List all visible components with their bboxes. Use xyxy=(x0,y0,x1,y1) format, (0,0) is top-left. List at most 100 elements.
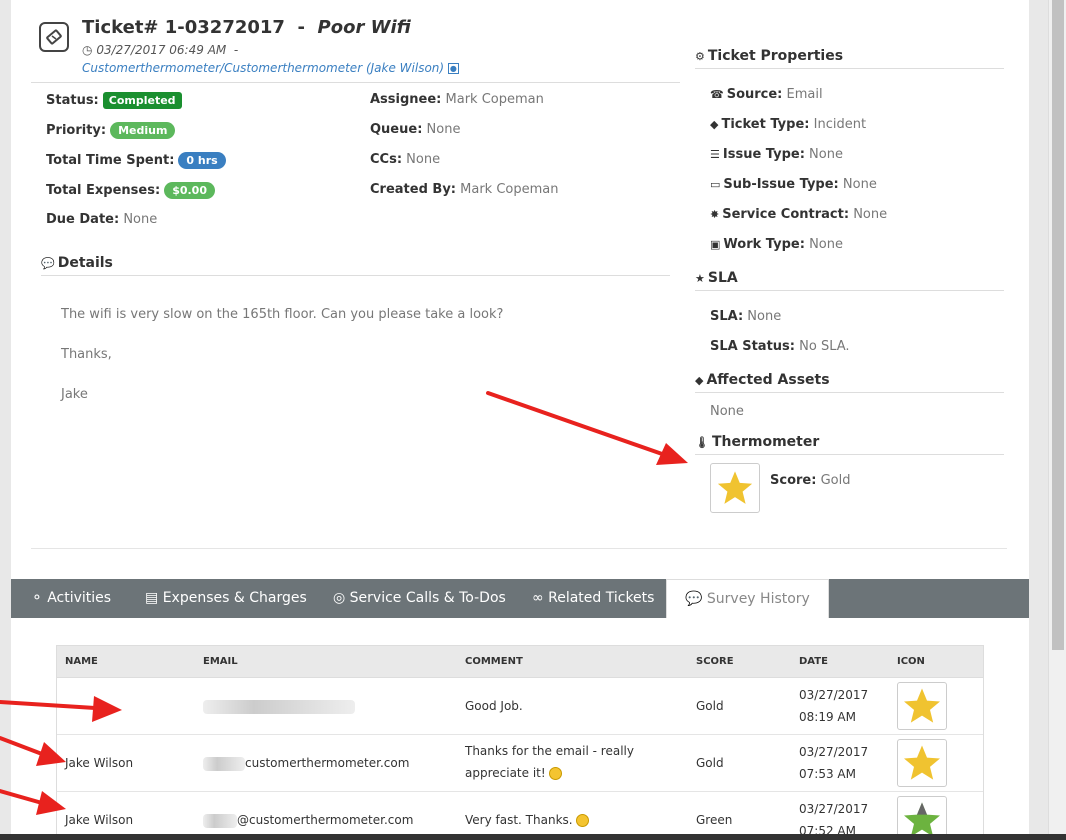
row-email: customerthermometer.com xyxy=(203,752,409,774)
score-field: Score: Gold xyxy=(770,473,851,488)
smiley-icon xyxy=(575,814,589,827)
table-row: Jake Wilson @customerthermometer.com Ver… xyxy=(57,792,983,840)
column-date: DATE xyxy=(799,656,828,667)
smiley-icon xyxy=(548,767,562,780)
sla-field: SLA: None xyxy=(710,309,782,324)
star-icon: ★ xyxy=(695,272,705,285)
row-date: 03/27/2017 xyxy=(799,688,869,702)
tab-related-tickets[interactable]: ∞ Related Tickets xyxy=(532,579,654,618)
ticket-title: Ticket# 1-03272017 - Poor Wifi xyxy=(82,17,411,38)
sla-status-field: SLA Status: No SLA. xyxy=(710,339,850,354)
column-name: NAME xyxy=(65,656,98,667)
affected-assets-value: None xyxy=(710,404,744,419)
time-spent-badge: 0 hrs xyxy=(178,152,226,169)
comment-icon: 💬 xyxy=(685,591,703,607)
row-comment: Good Job. xyxy=(465,699,523,713)
table-row: Jake Wilson customerthermometer.com Than… xyxy=(57,735,983,792)
ticket-type-field: ◆ Ticket Type: Incident xyxy=(710,117,867,132)
annotation-arrow xyxy=(0,789,66,815)
gold-star-icon xyxy=(710,463,760,513)
ticket-subject: Poor Wifi xyxy=(317,17,411,38)
details-line-3: Jake xyxy=(61,387,88,402)
column-comment: COMMENT xyxy=(465,656,523,667)
details-line-1: The wifi is very slow on the 165th floor… xyxy=(61,307,504,322)
lifebuoy-icon: ◎ xyxy=(333,590,346,606)
details-line-2: Thanks, xyxy=(61,347,112,362)
column-email: EMAIL xyxy=(203,656,238,667)
survey-history-table: NAME EMAIL COMMENT SCORE DATE ICON Good … xyxy=(56,645,984,840)
section-divider xyxy=(31,548,1007,549)
sub-issue-type-field: ▭ Sub-Issue Type: None xyxy=(710,177,877,192)
queue-field: Queue: None xyxy=(370,122,461,137)
row-score: Green xyxy=(696,813,733,827)
gold-star-icon xyxy=(897,739,947,787)
assignee-field: Assignee: Mark Copeman xyxy=(370,92,544,107)
row-time: 07:53 AM xyxy=(799,767,856,781)
priority-field: Priority: Medium xyxy=(46,122,176,139)
tab-activities[interactable]: ⚬ Activities xyxy=(31,579,111,618)
status-field: Status: Completed xyxy=(46,92,182,109)
tag-icon: ◆ xyxy=(710,118,719,131)
service-contract-field: ✸ Service Contract: None xyxy=(710,207,888,222)
customer-link[interactable]: Customerthermometer/Customerthermometer … xyxy=(82,61,459,75)
gears-icon: ⚙ xyxy=(695,50,705,63)
ticket-icon xyxy=(39,22,69,52)
annotation-arrow xyxy=(486,391,688,465)
row-comment: Very fast. Thanks. xyxy=(465,809,589,831)
ticket-datetime: ◷ 03/27/2017 06:49 AM - xyxy=(82,43,239,57)
ticket-properties-heading: ⚙ Ticket Properties xyxy=(695,48,1004,69)
row-date: 03/27/2017 xyxy=(799,802,869,816)
row-email xyxy=(203,695,355,717)
issue-type-field: ☰ Issue Type: None xyxy=(710,147,843,162)
column-score: SCORE xyxy=(696,656,734,667)
briefcase-icon: ▣ xyxy=(710,238,721,251)
time-spent-field: Total Time Spent: 0 hrs xyxy=(46,152,226,169)
created-by-field: Created By: Mark Copeman xyxy=(370,182,559,197)
contact-card-icon[interactable]: ● xyxy=(447,63,459,74)
row-comment: Thanks for the email - really xyxy=(465,744,634,758)
row-name: Jake Wilson xyxy=(65,756,134,770)
table-header: NAME EMAIL COMMENT SCORE DATE ICON xyxy=(57,646,983,678)
source-field: ☎ Source: Email xyxy=(710,87,823,102)
vertical-scrollbar[interactable] xyxy=(1048,0,1066,840)
row-comment-cont: appreciate it! xyxy=(465,762,562,784)
list-icon: ☰ xyxy=(710,148,720,161)
tab-survey-history[interactable]: 💬 Survey History xyxy=(666,579,829,618)
work-type-field: ▣ Work Type: None xyxy=(710,237,843,252)
laptop-icon: ▭ xyxy=(710,178,721,191)
annotation-arrow xyxy=(0,736,66,766)
scroll-thumb[interactable] xyxy=(1052,0,1064,650)
ccs-field: CCs: None xyxy=(370,152,441,167)
tab-expenses-charges[interactable]: ▤ Expenses & Charges xyxy=(145,579,307,618)
expenses-badge: $0.00 xyxy=(164,182,215,199)
affected-assets-heading: ◆ Affected Assets xyxy=(695,372,1004,393)
tab-bar: ⚬ Activities ▤ Expenses & Charges ◎ Serv… xyxy=(11,579,1029,618)
clock-icon: ◷ xyxy=(82,43,93,57)
row-email: @customerthermometer.com xyxy=(203,809,413,831)
due-date-field: Due Date: None xyxy=(46,212,158,227)
annotation-arrow xyxy=(0,696,122,722)
taskbar-edge xyxy=(0,834,1066,840)
column-icon: ICON xyxy=(897,656,925,667)
link-icon: ∞ xyxy=(532,590,544,606)
status-badge: Completed xyxy=(102,92,182,109)
row-name: Jake Wilson xyxy=(65,813,134,827)
comment-icon: 💬 xyxy=(41,257,55,270)
money-icon: ▤ xyxy=(145,590,159,606)
comments-icon: ⚬ xyxy=(31,590,43,606)
header-divider xyxy=(31,82,680,83)
details-heading: 💬 Details xyxy=(41,255,670,276)
table-row: Good Job. Gold 03/27/2017 08:19 AM xyxy=(57,678,983,735)
phone-icon: ☎ xyxy=(710,88,724,101)
gold-star-icon xyxy=(897,682,947,730)
certificate-icon: ✸ xyxy=(710,208,720,221)
expenses-field: Total Expenses: $0.00 xyxy=(46,182,215,199)
row-score: Gold xyxy=(696,699,724,713)
sla-heading: ★ SLA xyxy=(695,270,1004,291)
row-date: 03/27/2017 xyxy=(799,745,869,759)
row-time: 08:19 AM xyxy=(799,710,856,724)
tab-service-calls[interactable]: ◎ Service Calls & To-Dos xyxy=(333,579,506,618)
thermometer-heading: 🌡 Thermometer xyxy=(695,434,1004,455)
priority-badge: Medium xyxy=(110,122,176,139)
row-score: Gold xyxy=(696,756,724,770)
